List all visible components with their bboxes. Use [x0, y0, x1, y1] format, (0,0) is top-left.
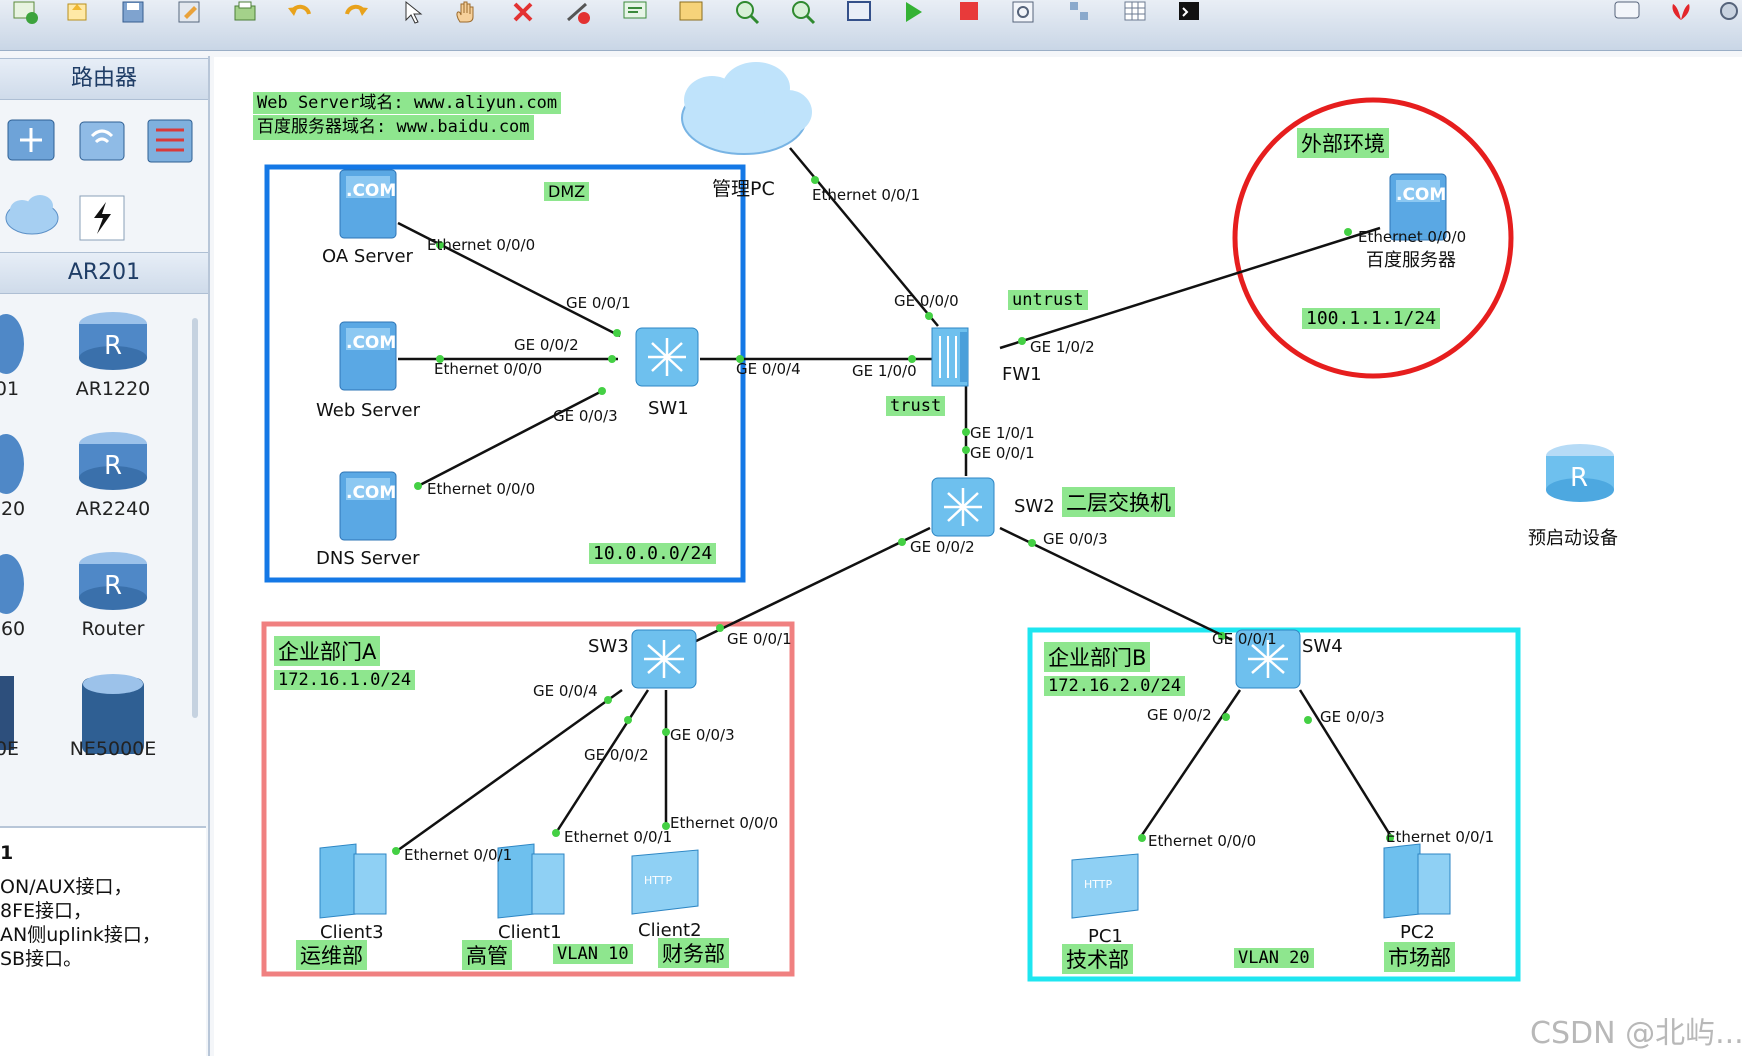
link-sw2-sw3[interactable]	[691, 526, 931, 645]
pc2-pc-icon[interactable]	[1383, 843, 1451, 919]
dept-b-subnet-tag[interactable]: 172.16.2.0/24	[1044, 676, 1186, 696]
port-label: GE 0/0/4	[533, 682, 598, 700]
dept-b-tag[interactable]: 企业部门B	[1044, 642, 1151, 672]
dept-a-subnet-tag[interactable]: 172.16.1.0/24	[274, 670, 416, 690]
sw3-label: SW3	[588, 636, 629, 657]
pc1-http-icon[interactable]: HTTP	[1071, 853, 1139, 919]
web-domain-note[interactable]: Web Server域名: www.aliyun.com	[253, 92, 562, 114]
port-label: GE 0/0/2	[910, 538, 975, 556]
port-label: GE 0/0/1	[727, 630, 792, 648]
port-label: GE 0/0/3	[553, 407, 618, 425]
preboot-router-icon[interactable]: R	[1546, 444, 1614, 502]
port-label: GE 0/0/3	[670, 726, 735, 744]
sw1-label: SW1	[648, 398, 689, 419]
client3-label: Client3	[320, 922, 384, 943]
client1-dept-tag[interactable]: 高管	[462, 940, 512, 970]
dmz-subnet-tag[interactable]: 10.0.0.0/24	[589, 543, 717, 564]
client2-label: Client2	[638, 920, 702, 941]
svg-text:R: R	[1570, 463, 1588, 493]
watermark: CSDN @北屿...	[1530, 1016, 1742, 1051]
port-label: GE 0/0/3	[1320, 708, 1385, 726]
trust-tag[interactable]: trust	[886, 396, 946, 416]
sw4-label: SW4	[1302, 636, 1343, 657]
port-label: Ethernet 0/0/1	[1386, 828, 1495, 846]
fw1-label: FW1	[1002, 364, 1042, 385]
web-server-icon[interactable]: .COM	[339, 321, 397, 391]
port-label: GE 0/0/1	[970, 444, 1035, 462]
client3-pc-icon[interactable]	[319, 843, 387, 919]
svg-text:HTTP: HTTP	[1084, 878, 1113, 891]
links	[393, 147, 1394, 855]
svg-text:.COM: .COM	[346, 333, 396, 353]
sw3-switch-icon[interactable]	[631, 629, 697, 689]
external-tag[interactable]: 外部环境	[1297, 128, 1389, 158]
baidu-domain-note[interactable]: 百度服务器域名: www.baidu.com	[253, 115, 534, 140]
port-label: Ethernet 0/0/0	[670, 814, 779, 832]
client3-dept-tag[interactable]: 运维部	[296, 940, 367, 970]
baidu-label: 百度服务器	[1366, 250, 1456, 271]
sw1-switch-icon[interactable]	[635, 327, 699, 387]
fw1-firewall-icon[interactable]	[931, 327, 969, 387]
port-label: GE 0/0/4	[736, 360, 801, 378]
port-label: Ethernet 0/0/0	[427, 236, 536, 254]
pc2-dept-tag[interactable]: 市场部	[1384, 942, 1455, 972]
port-label: GE 0/0/1	[1212, 630, 1277, 648]
oa-server-label: OA Server	[322, 246, 413, 267]
client1-label: Client1	[498, 922, 562, 943]
port-label: GE 1/0/2	[1030, 338, 1095, 356]
client2-dept-tag[interactable]: 财务部	[658, 938, 729, 968]
topology-canvas: .COM .COM .COM .COM HTTP HTTP R	[261, 62, 1614, 982]
web-server-label: Web Server	[316, 400, 420, 421]
pc2-label: PC2	[1400, 922, 1435, 943]
client2-http-icon[interactable]: HTTP	[631, 849, 699, 915]
port-label: Ethernet 0/0/1	[564, 828, 673, 846]
dept-a-tag[interactable]: 企业部门A	[274, 636, 381, 666]
oa-server-icon[interactable]: .COM	[339, 169, 397, 239]
pc1-dept-tag[interactable]: 技术部	[1062, 944, 1133, 974]
dns-server-label: DNS Server	[316, 548, 420, 569]
port-label: Ethernet 0/0/1	[404, 846, 513, 864]
svg-text:.COM: .COM	[346, 483, 396, 503]
link-fw1-baidu[interactable]	[999, 226, 1381, 350]
port-label: GE 0/0/3	[1043, 530, 1108, 548]
port-label: GE 0/0/1	[566, 294, 631, 312]
link-dns-sw1[interactable]	[417, 388, 605, 488]
port-label: GE 1/0/1	[970, 424, 1035, 442]
port-label: Ethernet 0/0/0	[1148, 832, 1257, 850]
dmz-tag[interactable]: DMZ	[544, 182, 590, 201]
svg-text:.COM: .COM	[1396, 185, 1446, 205]
external-subnet-tag[interactable]: 100.1.1.1/24	[1302, 308, 1441, 329]
port-label: GE 0/0/2	[514, 336, 579, 354]
port-label: GE 0/0/2	[584, 746, 649, 764]
sw2-switch-icon[interactable]	[931, 477, 995, 537]
vlan10-tag[interactable]: VLAN 10	[553, 944, 633, 964]
dns-server-icon[interactable]: .COM	[339, 471, 397, 541]
vlan20-tag[interactable]: VLAN 20	[1234, 948, 1314, 968]
cloud-label: 管理PC	[712, 178, 775, 200]
port-label: GE 1/0/0	[852, 362, 917, 380]
pc1-label: PC1	[1088, 926, 1123, 947]
port-label: Ethernet 0/0/0	[434, 360, 543, 378]
port-label: Ethernet 0/0/1	[812, 186, 921, 204]
untrust-tag[interactable]: untrust	[1008, 290, 1088, 310]
sw2-note-tag[interactable]: 二层交换机	[1062, 487, 1175, 517]
port-label: Ethernet 0/0/0	[1358, 228, 1467, 246]
port-label: GE 0/0/2	[1147, 706, 1212, 724]
preboot-label: 预启动设备	[1528, 528, 1618, 549]
port-label: Ethernet 0/0/0	[427, 480, 536, 498]
svg-text:.COM: .COM	[346, 181, 396, 201]
svg-text:HTTP: HTTP	[644, 874, 673, 887]
port-label: GE 0/0/0	[894, 292, 959, 310]
cloud-icon[interactable]	[681, 62, 812, 155]
sw2-label: SW2	[1014, 496, 1055, 517]
